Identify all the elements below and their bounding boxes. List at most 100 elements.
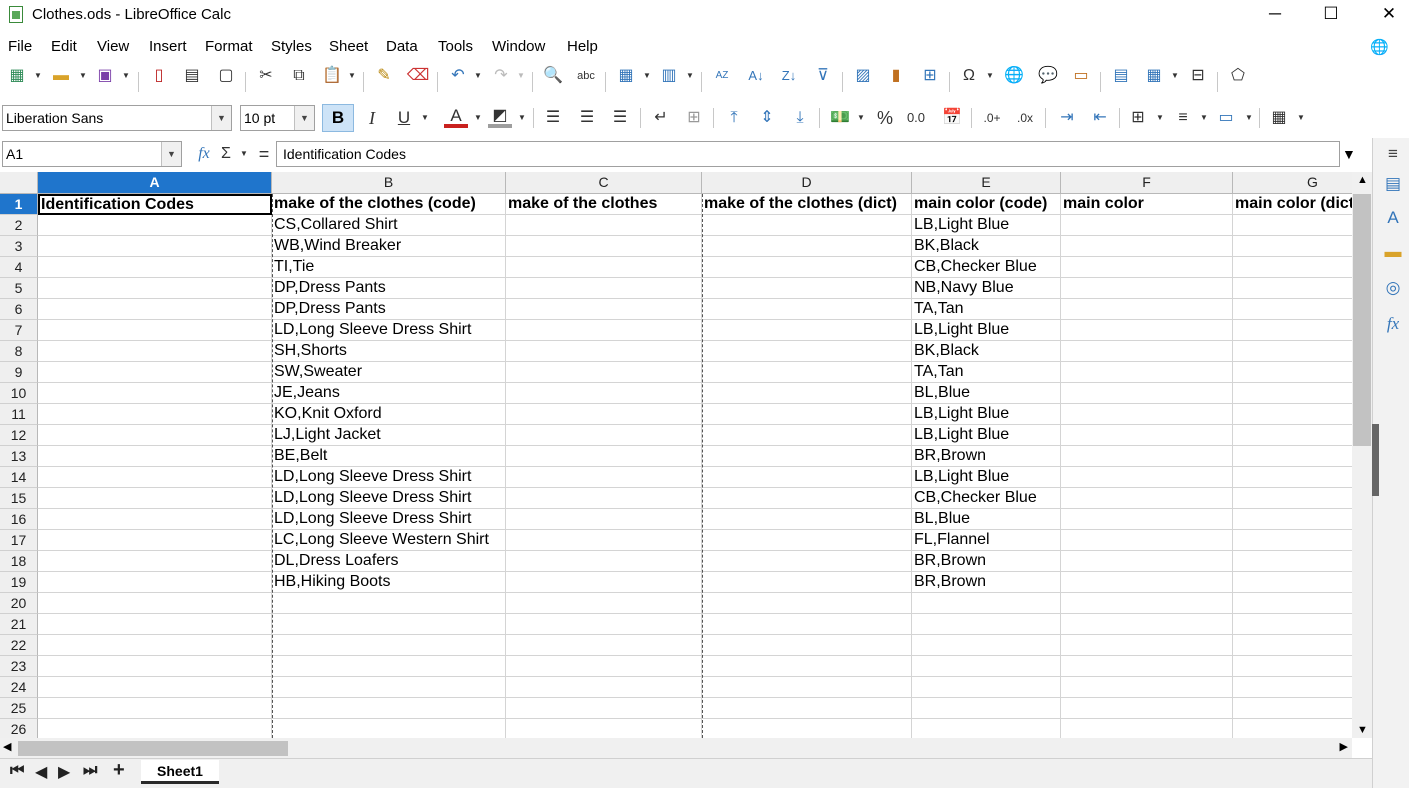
cell-a5[interactable] — [38, 278, 272, 299]
paste-icon[interactable]: 📋 — [320, 64, 344, 88]
cell-b25[interactable] — [272, 698, 506, 719]
cell-e16[interactable]: BL,Blue — [912, 509, 1061, 530]
cell-c13[interactable] — [506, 446, 702, 467]
cell-f15[interactable] — [1061, 488, 1233, 509]
row-header-26[interactable]: 26 — [0, 719, 38, 738]
cell-a17[interactable] — [38, 530, 272, 551]
underline-button[interactable]: U — [392, 106, 416, 130]
cell-g2[interactable] — [1233, 215, 1352, 236]
column-dropdown-icon[interactable]: ▼ — [686, 64, 694, 88]
cell-f21[interactable] — [1061, 614, 1233, 635]
row-header-4[interactable]: 4 — [0, 257, 38, 278]
cell-b4[interactable]: TI,Tie — [272, 257, 506, 278]
cell-g1[interactable]: main color (dict) — [1233, 194, 1352, 215]
cell-g3[interactable] — [1233, 236, 1352, 257]
cell-e3[interactable]: BK,Black — [912, 236, 1061, 257]
cell-g13[interactable] — [1233, 446, 1352, 467]
row-header-12[interactable]: 12 — [0, 425, 38, 446]
cell-c17[interactable] — [506, 530, 702, 551]
decrease-indent-icon[interactable]: ⇤ — [1088, 106, 1112, 130]
cell-f5[interactable] — [1061, 278, 1233, 299]
sidebar-collapse-handle[interactable] — [1372, 424, 1379, 496]
align-bottom-icon[interactable]: ⤓ — [788, 106, 812, 130]
cell-d20[interactable] — [702, 593, 912, 614]
cell-c24[interactable] — [506, 677, 702, 698]
font-name-combobox[interactable]: Liberation Sans ▼ — [2, 105, 232, 131]
cell-e15[interactable]: CB,Checker Blue — [912, 488, 1061, 509]
row-header-24[interactable]: 24 — [0, 677, 38, 698]
cell-c12[interactable] — [506, 425, 702, 446]
copy-icon[interactable]: ⧉ — [287, 64, 311, 88]
cell-f4[interactable] — [1061, 257, 1233, 278]
cell-g7[interactable] — [1233, 320, 1352, 341]
menu-insert[interactable]: Insert — [149, 38, 187, 55]
new-dropdown-icon[interactable]: ▼ — [34, 64, 42, 88]
conditional-format-icon[interactable]: ▦ — [1267, 106, 1291, 130]
cell-e4[interactable]: CB,Checker Blue — [912, 257, 1061, 278]
border-style-icon[interactable]: ≡ — [1171, 106, 1195, 130]
cell-a3[interactable] — [38, 236, 272, 257]
scroll-down-icon[interactable]: ▼ — [1357, 724, 1368, 736]
menu-data[interactable]: Data — [386, 38, 418, 55]
chevron-down-icon[interactable]: ▼ — [294, 106, 314, 130]
italic-button[interactable]: I — [360, 106, 384, 130]
align-top-icon[interactable]: ⤒ — [722, 106, 746, 130]
cell-d7[interactable] — [702, 320, 912, 341]
cell-c21[interactable] — [506, 614, 702, 635]
number-format-button[interactable]: 0.0 — [904, 106, 928, 130]
cell-b26[interactable] — [272, 719, 506, 738]
cell-f13[interactable] — [1061, 446, 1233, 467]
underline-dropdown-icon[interactable]: ▼ — [421, 106, 429, 130]
menu-help[interactable]: Help — [567, 38, 598, 55]
cell-d15[interactable] — [702, 488, 912, 509]
cell-f12[interactable] — [1061, 425, 1233, 446]
menu-view[interactable]: View — [97, 38, 129, 55]
font-size-combobox[interactable]: 10 pt ▼ — [240, 105, 315, 131]
cell-e9[interactable]: TA,Tan — [912, 362, 1061, 383]
cell-a13[interactable] — [38, 446, 272, 467]
cell-g9[interactable] — [1233, 362, 1352, 383]
menu-sheet[interactable]: Sheet — [329, 38, 368, 55]
cell-c26[interactable] — [506, 719, 702, 738]
cell-e2[interactable]: LB,Light Blue — [912, 215, 1061, 236]
navigator-icon[interactable]: ◎ — [1381, 276, 1405, 300]
cell-c1[interactable]: make of the clothes — [506, 194, 702, 215]
cell-a8[interactable] — [38, 341, 272, 362]
cell-c4[interactable] — [506, 257, 702, 278]
cell-f8[interactable] — [1061, 341, 1233, 362]
select-all-corner[interactable] — [0, 172, 38, 194]
cell-d13[interactable] — [702, 446, 912, 467]
cell-a4[interactable] — [38, 257, 272, 278]
cell-c16[interactable] — [506, 509, 702, 530]
cell-g15[interactable] — [1233, 488, 1352, 509]
cell-b2[interactable]: CS,Collared Shirt — [272, 215, 506, 236]
cell-g16[interactable] — [1233, 509, 1352, 530]
cell-e19[interactable]: BR,Brown — [912, 572, 1061, 593]
cell-g21[interactable] — [1233, 614, 1352, 635]
column-header-d[interactable]: D — [702, 172, 912, 194]
cell-e12[interactable]: LB,Light Blue — [912, 425, 1061, 446]
cell-e8[interactable]: BK,Black — [912, 341, 1061, 362]
cell-e10[interactable]: BL,Blue — [912, 383, 1061, 404]
cell-f10[interactable] — [1061, 383, 1233, 404]
redo-dropdown-icon[interactable]: ▼ — [517, 64, 525, 88]
cell-b20[interactable] — [272, 593, 506, 614]
paste-dropdown-icon[interactable]: ▼ — [348, 64, 356, 88]
sum-dropdown-icon[interactable]: ▼ — [240, 142, 248, 166]
redo-icon[interactable]: ↷ — [489, 64, 513, 88]
minimize-button[interactable]: ─ — [1246, 0, 1304, 30]
save-dropdown-icon[interactable]: ▼ — [122, 64, 130, 88]
cell-d11[interactable] — [702, 404, 912, 425]
cell-b11[interactable]: KO,Knit Oxford — [272, 404, 506, 425]
cell-e26[interactable] — [912, 719, 1061, 738]
cell-f7[interactable] — [1061, 320, 1233, 341]
row-header-14[interactable]: 14 — [0, 467, 38, 488]
previous-sheet-icon[interactable]: ◀ — [35, 762, 47, 782]
cell-d9[interactable] — [702, 362, 912, 383]
cell-c9[interactable] — [506, 362, 702, 383]
cell-d3[interactable] — [702, 236, 912, 257]
column-header-e[interactable]: E — [912, 172, 1061, 194]
cell-a10[interactable] — [38, 383, 272, 404]
menu-file[interactable]: File — [8, 38, 32, 55]
cell-d21[interactable] — [702, 614, 912, 635]
